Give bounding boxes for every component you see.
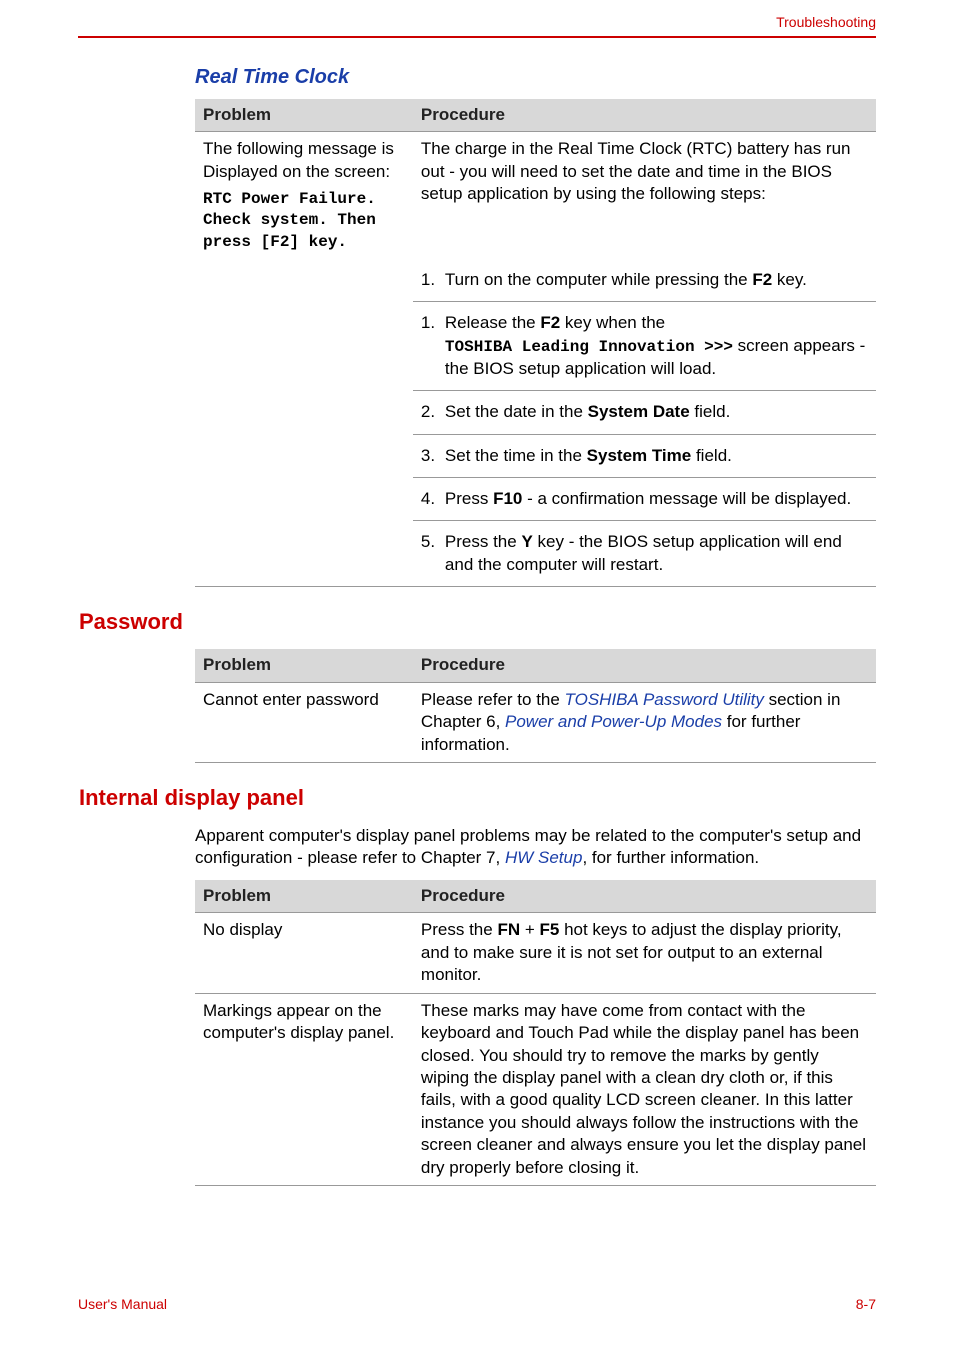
text-fragment: - a confirmation message will be display… <box>522 489 851 508</box>
table-row: 1. Release the F2 key when the TOSHIBA L… <box>195 302 876 391</box>
text-fragment: key when the <box>560 313 665 332</box>
step-number: 1. <box>421 312 445 380</box>
step-text: Set the time in the System Time field. <box>445 445 732 467</box>
footer-manual-label: User's Manual <box>78 1296 167 1312</box>
heading-display-panel: Internal display panel <box>79 785 876 811</box>
step-number: 4. <box>421 488 445 510</box>
header-section-label: Troubleshooting <box>776 14 876 30</box>
cell-problem: No display <box>195 913 413 993</box>
step-text: Turn on the computer while pressing the … <box>445 269 807 291</box>
col-header-problem: Problem <box>195 880 413 913</box>
table-row: Markings appear on the computer's displa… <box>195 993 876 1186</box>
cell-problem: Markings appear on the computer's displa… <box>195 993 413 1186</box>
key-name: FN <box>497 920 520 939</box>
table-row: 2. Set the date in the System Date field… <box>195 391 876 434</box>
text-fragment: field. <box>690 402 731 421</box>
page-footer: User's Manual 8-7 <box>78 1295 876 1312</box>
key-name: F2 <box>752 270 772 289</box>
key-name: Y <box>521 532 532 551</box>
key-name: F10 <box>493 489 522 508</box>
cell-step1b: 1. Release the F2 key when the TOSHIBA L… <box>413 302 876 391</box>
cell-step5: 5. Press the Y key - the BIOS setup appl… <box>413 521 876 587</box>
key-name: F5 <box>540 920 560 939</box>
cell-procedure-intro: The charge in the Real Time Clock (RTC) … <box>413 132 876 259</box>
cell-step3: 3. Set the time in the System Time field… <box>413 434 876 477</box>
cell-step1a: 1. Turn on the computer while pressing t… <box>413 259 876 302</box>
table-row: 1. Turn on the computer while pressing t… <box>195 259 876 302</box>
field-name: System Time <box>587 446 692 465</box>
step-number: 3. <box>421 445 445 467</box>
link-power-modes[interactable]: Power and Power-Up Modes <box>505 712 722 731</box>
cell-step4: 4. Press F10 - a confirmation message wi… <box>413 477 876 520</box>
table-row: No display Press the FN + F5 hot keys to… <box>195 913 876 993</box>
heading-rtc: Real Time Clock <box>195 66 876 89</box>
text-fragment: + <box>520 920 539 939</box>
text-fragment: Set the date in the <box>445 402 588 421</box>
cell-problem: The following message is Displayed on th… <box>195 132 413 259</box>
field-name: System Date <box>588 402 690 421</box>
table-row: Cannot enter password Please refer to th… <box>195 682 876 762</box>
table-row: 5. Press the Y key - the BIOS setup appl… <box>195 521 876 587</box>
step-text: Press F10 - a confirmation message will … <box>445 488 851 510</box>
cell-procedure: These marks may have come from contact w… <box>413 993 876 1186</box>
col-header-procedure: Procedure <box>413 649 876 682</box>
text-fragment: Press the <box>421 920 498 939</box>
header-rule <box>78 36 876 38</box>
step-number: 5. <box>421 531 445 576</box>
cell-step2: 2. Set the date in the System Date field… <box>413 391 876 434</box>
cell-problem: Cannot enter password <box>195 682 413 762</box>
link-toshiba-password-utility[interactable]: TOSHIBA Password Utility <box>565 690 764 709</box>
table-row: The following message is Displayed on th… <box>195 132 876 259</box>
problem-intro: The following message is Displayed on th… <box>203 139 394 180</box>
step-text: Release the F2 key when the TOSHIBA Lead… <box>445 312 868 380</box>
step-number: 2. <box>421 401 445 423</box>
table-row: 3. Set the time in the System Time field… <box>195 434 876 477</box>
problem-message: RTC Power Failure. Check system. Then pr… <box>203 189 405 252</box>
footer-page-number: 8-7 <box>856 1296 876 1312</box>
table-row: 4. Press F10 - a confirmation message wi… <box>195 477 876 520</box>
text-fragment: Please refer to the <box>421 690 565 709</box>
table-rtc: Problem Procedure The following message … <box>195 99 876 587</box>
text-fragment: field. <box>691 446 732 465</box>
col-header-problem: Problem <box>195 99 413 132</box>
text-fragment: Set the time in the <box>445 446 587 465</box>
step-number: 1. <box>421 269 445 291</box>
table-display: Problem Procedure No display Press the F… <box>195 880 876 1186</box>
cell-procedure: Please refer to the TOSHIBA Password Uti… <box>413 682 876 762</box>
text-fragment: , for further information. <box>582 848 759 867</box>
text-fragment: key. <box>772 270 807 289</box>
step-text: Press the Y key - the BIOS setup applica… <box>445 531 868 576</box>
text-fragment: Release the <box>445 313 540 332</box>
table-password: Problem Procedure Cannot enter password … <box>195 649 876 763</box>
page-content: Real Time Clock Problem Procedure The fo… <box>195 66 876 1208</box>
display-intro: Apparent computer's display panel proble… <box>195 825 876 870</box>
text-fragment: Press the <box>445 532 522 551</box>
key-name: F2 <box>540 313 560 332</box>
col-header-procedure: Procedure <box>413 880 876 913</box>
step-text: Set the date in the System Date field. <box>445 401 730 423</box>
text-fragment: Press <box>445 489 493 508</box>
col-header-procedure: Procedure <box>413 99 876 132</box>
procedure-intro: The charge in the Real Time Clock (RTC) … <box>421 139 851 203</box>
cell-procedure: Press the FN + F5 hot keys to adjust the… <box>413 913 876 993</box>
heading-password: Password <box>79 609 876 635</box>
text-fragment: Turn on the computer while pressing the <box>445 270 752 289</box>
screen-message: TOSHIBA Leading Innovation >>> <box>445 338 733 356</box>
col-header-problem: Problem <box>195 649 413 682</box>
link-hw-setup[interactable]: HW Setup <box>505 848 582 867</box>
